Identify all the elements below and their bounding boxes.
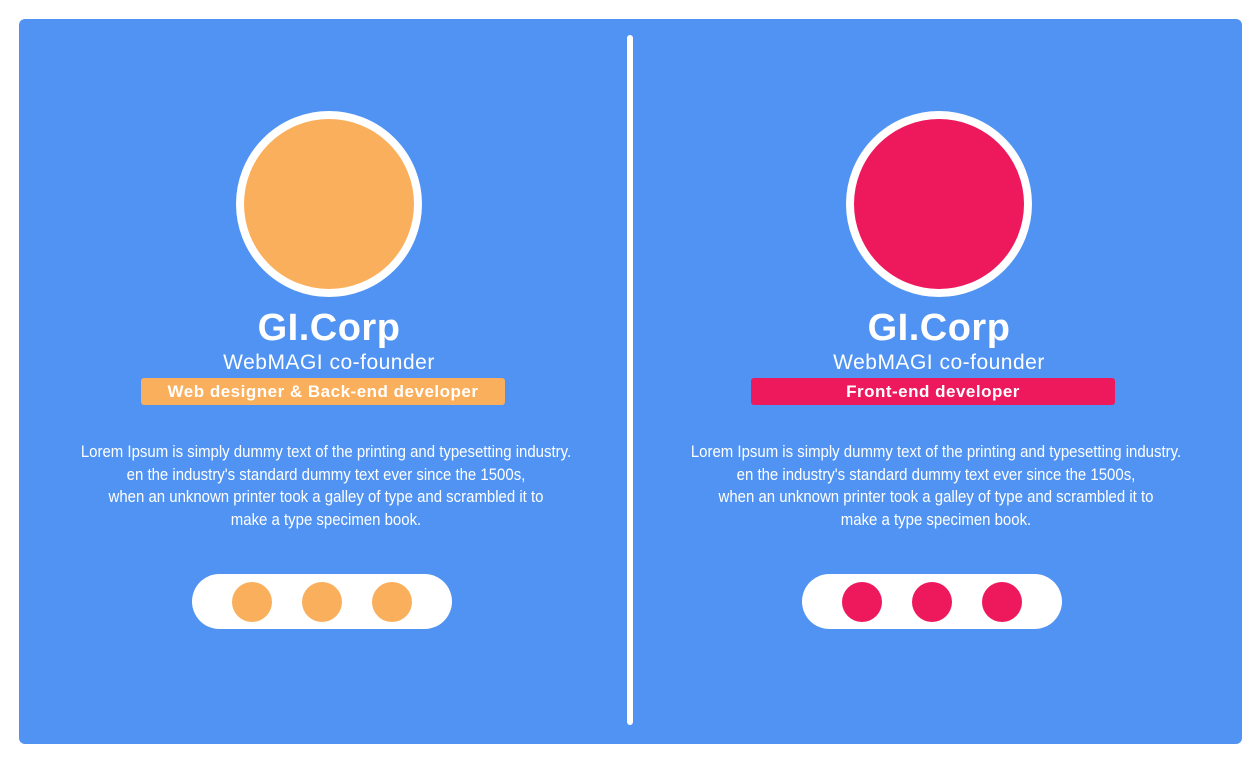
social-links-bar bbox=[802, 574, 1062, 629]
profile-name: GI.Corp bbox=[867, 307, 1011, 349]
avatar bbox=[236, 111, 422, 297]
description-line: when an unknown printer took a galley of… bbox=[718, 487, 1154, 506]
description-line: make a type specimen book. bbox=[230, 509, 422, 529]
description-line: when an unknown printer took a galley of… bbox=[108, 487, 544, 506]
social-link-3-icon[interactable] bbox=[982, 582, 1022, 622]
profile-description: Lorem Ipsum is simply dummy text of the … bbox=[71, 441, 581, 531]
description-line: Lorem Ipsum is simply dummy text of the … bbox=[690, 442, 1182, 461]
description-line: make a type specimen book. bbox=[840, 509, 1032, 529]
profile-description: Lorem Ipsum is simply dummy text of the … bbox=[681, 441, 1191, 531]
description-line: Lorem Ipsum is simply dummy text of the … bbox=[80, 442, 572, 461]
description-line: en the industry's standard dummy text ev… bbox=[736, 464, 1136, 484]
social-link-3-icon[interactable] bbox=[372, 582, 412, 622]
profile-subtitle: WebMAGI co-founder bbox=[223, 351, 435, 374]
profile-card-1: GI.Corp WebMAGI co-founder Web designer … bbox=[16, 0, 636, 760]
profile-card-2: GI.Corp WebMAGI co-founder Front-end dev… bbox=[626, 0, 1246, 760]
social-link-2-icon[interactable] bbox=[912, 582, 952, 622]
description-line: en the industry's standard dummy text ev… bbox=[126, 464, 526, 484]
social-link-1-icon[interactable] bbox=[842, 582, 882, 622]
role-badge: Front-end developer bbox=[751, 378, 1115, 405]
role-badge: Web designer & Back-end developer bbox=[141, 378, 505, 405]
social-links-bar bbox=[192, 574, 452, 629]
profile-subtitle: WebMAGI co-founder bbox=[833, 351, 1045, 374]
avatar bbox=[846, 111, 1032, 297]
profile-name: GI.Corp bbox=[257, 307, 401, 349]
social-link-1-icon[interactable] bbox=[232, 582, 272, 622]
social-link-2-icon[interactable] bbox=[302, 582, 342, 622]
